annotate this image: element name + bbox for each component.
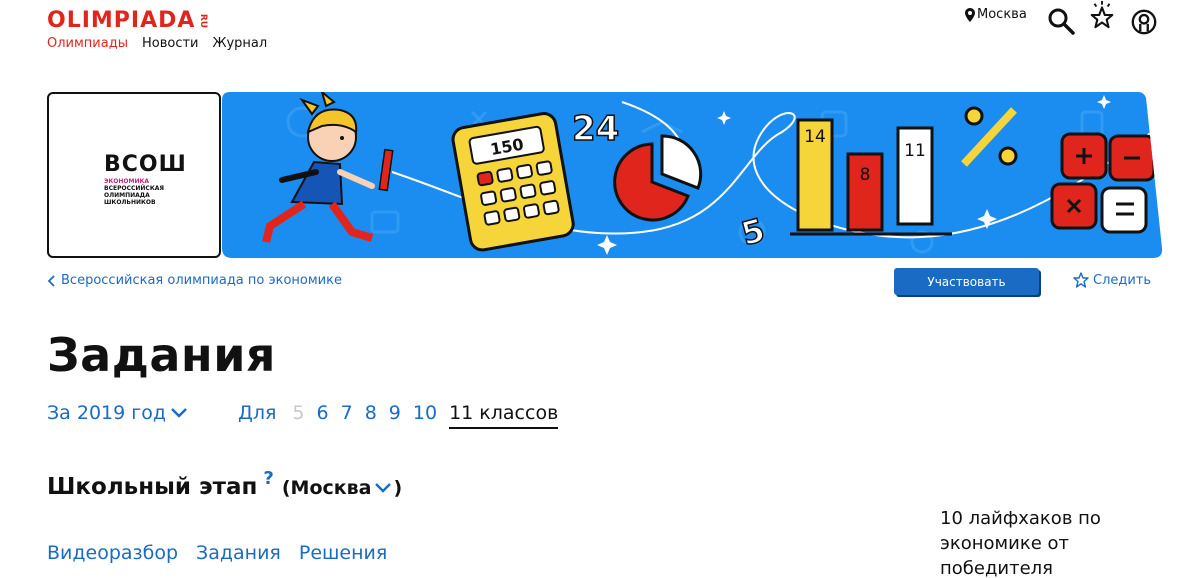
- region-label: (Москва: [281, 477, 372, 499]
- nav-journal[interactable]: Журнал: [212, 36, 267, 51]
- region-selector[interactable]: (Москва ): [282, 477, 402, 499]
- link-tasks[interactable]: Задания: [196, 542, 281, 564]
- star-burst-icon[interactable]: [1087, 0, 1117, 30]
- year-selector[interactable]: За 2019 год: [47, 402, 188, 424]
- chevron-down-icon: [171, 408, 187, 418]
- svg-text:8: 8: [860, 165, 871, 185]
- search-icon[interactable]: [1046, 6, 1076, 36]
- nav-news[interactable]: Новости: [142, 36, 199, 51]
- vsosh-logo: ВСОШ: [104, 152, 187, 177]
- user-icon[interactable]: [1129, 8, 1159, 36]
- banner-illustration: 150 24 5 14 8 11: [222, 92, 1163, 258]
- nav-olympiads[interactable]: Олимпиады: [47, 36, 128, 51]
- follow-label: Следить: [1093, 272, 1152, 288]
- link-solutions[interactable]: Решения: [299, 542, 387, 564]
- vsosh-logo-card: ВСОШ экономика всероссийская олимпиада ш…: [47, 92, 221, 258]
- vsosh-subtitle: экономика всероссийская олимпиада школьн…: [104, 178, 164, 206]
- grade-selector: Для 5 6 7 8 9 10 11 классов: [238, 402, 559, 429]
- stage-heading: Школьный этап ? (Москва ): [47, 468, 402, 500]
- map-pin-icon: [965, 7, 975, 22]
- calculator-illustration: 150: [451, 112, 575, 252]
- breadcrumb-link[interactable]: Всероссийская олимпиада по экономике: [61, 273, 342, 288]
- city-name: Москва: [977, 7, 1027, 22]
- breadcrumb[interactable]: Всероссийская олимпиада по экономике: [47, 273, 342, 288]
- logo-ru: RU: [198, 13, 209, 29]
- grade-9[interactable]: 9: [389, 402, 401, 424]
- stage-help-icon[interactable]: ?: [263, 468, 273, 489]
- city-selector[interactable]: Москва: [965, 7, 1027, 22]
- svg-text:11: 11: [904, 141, 926, 161]
- aside-article-link[interactable]: 10 лайфхаков по экономике от победителя: [940, 506, 1140, 578]
- grade-10[interactable]: 10: [413, 402, 437, 424]
- grade-5: 5: [292, 402, 305, 424]
- logo-text: OLIMPIADA: [47, 8, 196, 33]
- top-nav: Олимпиады Новости Журнал: [47, 36, 267, 51]
- svg-text:14: 14: [804, 127, 826, 147]
- grade-label: Для: [238, 402, 277, 424]
- grade-6[interactable]: 6: [317, 402, 329, 424]
- follow-button[interactable]: Следить: [1073, 272, 1151, 288]
- grade-8[interactable]: 8: [365, 402, 377, 424]
- svg-text:24: 24: [572, 109, 619, 149]
- star-icon: [1073, 272, 1089, 288]
- participate-button[interactable]: Участвовать: [894, 268, 1039, 295]
- link-video-review[interactable]: Видеоразбор: [47, 542, 178, 564]
- grade-11-current: 11 классов: [449, 402, 559, 429]
- chevron-down-icon: [374, 483, 391, 493]
- year-label: За 2019 год: [47, 402, 167, 424]
- stage-links: Видеоразбор Задания Решения: [47, 542, 387, 564]
- chevron-left-icon: [47, 274, 55, 287]
- region-close: ): [393, 477, 403, 499]
- page-title: Задания: [47, 328, 276, 382]
- site-logo[interactable]: OLIMPIADA RU: [47, 10, 211, 32]
- grade-7[interactable]: 7: [341, 402, 353, 424]
- stage-title: Школьный этап: [47, 474, 258, 500]
